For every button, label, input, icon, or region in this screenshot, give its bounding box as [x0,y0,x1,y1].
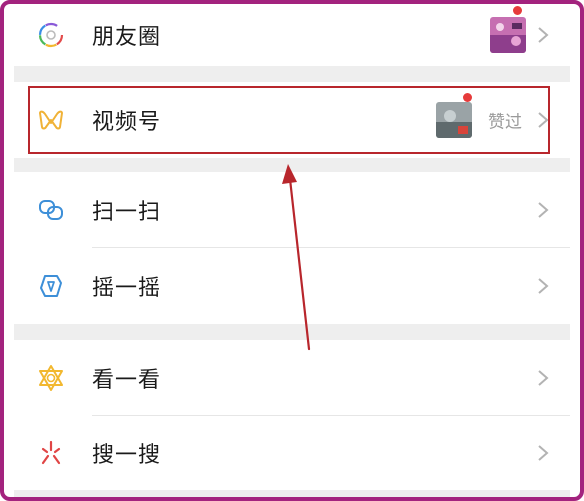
search-label: 搜一搜 [92,443,162,468]
menu-item-moments[interactable]: 朋友圈 [14,4,570,66]
moments-label: 朋友圈 [92,25,162,50]
section-gap [14,158,570,172]
shake-label: 摇一摇 [92,276,162,301]
chevron-right-icon [536,276,550,296]
chevron-right-icon [536,443,550,463]
chevron-right-icon [536,110,550,130]
menu-item-shake[interactable]: 摇一摇 [14,248,570,324]
moments-thumbnail [490,17,526,53]
section-gap [14,490,570,497]
channels-thumbnail [436,102,472,138]
menu-item-scan[interactable]: 扫一扫 [14,172,570,248]
channels-liked-status: 赞过 [488,112,522,133]
search-icon [36,438,66,468]
moments-notification-dot [513,6,522,15]
chevron-right-icon [536,368,550,388]
menu-item-top-stories[interactable]: 看一看 [14,340,570,416]
chevron-right-icon [536,200,550,220]
screenshot-frame: 朋友圈 视频号 赞过 扫一扫 摇一摇 看一看 搜一搜 [0,0,584,501]
section-gap [14,324,570,340]
scan-icon [36,195,66,225]
section-gap [14,66,570,82]
channels-icon [36,105,66,135]
menu-item-channels[interactable]: 视频号 赞过 [14,82,570,158]
moments-icon [36,20,66,50]
channels-notification-dot [463,93,472,102]
scan-label: 扫一扫 [92,200,162,225]
top-stories-label: 看一看 [92,368,162,393]
top-stories-icon [36,363,66,393]
chevron-right-icon [536,25,550,45]
menu-item-search[interactable]: 搜一搜 [14,416,570,490]
channels-label: 视频号 [92,110,162,135]
shake-icon [36,271,66,301]
